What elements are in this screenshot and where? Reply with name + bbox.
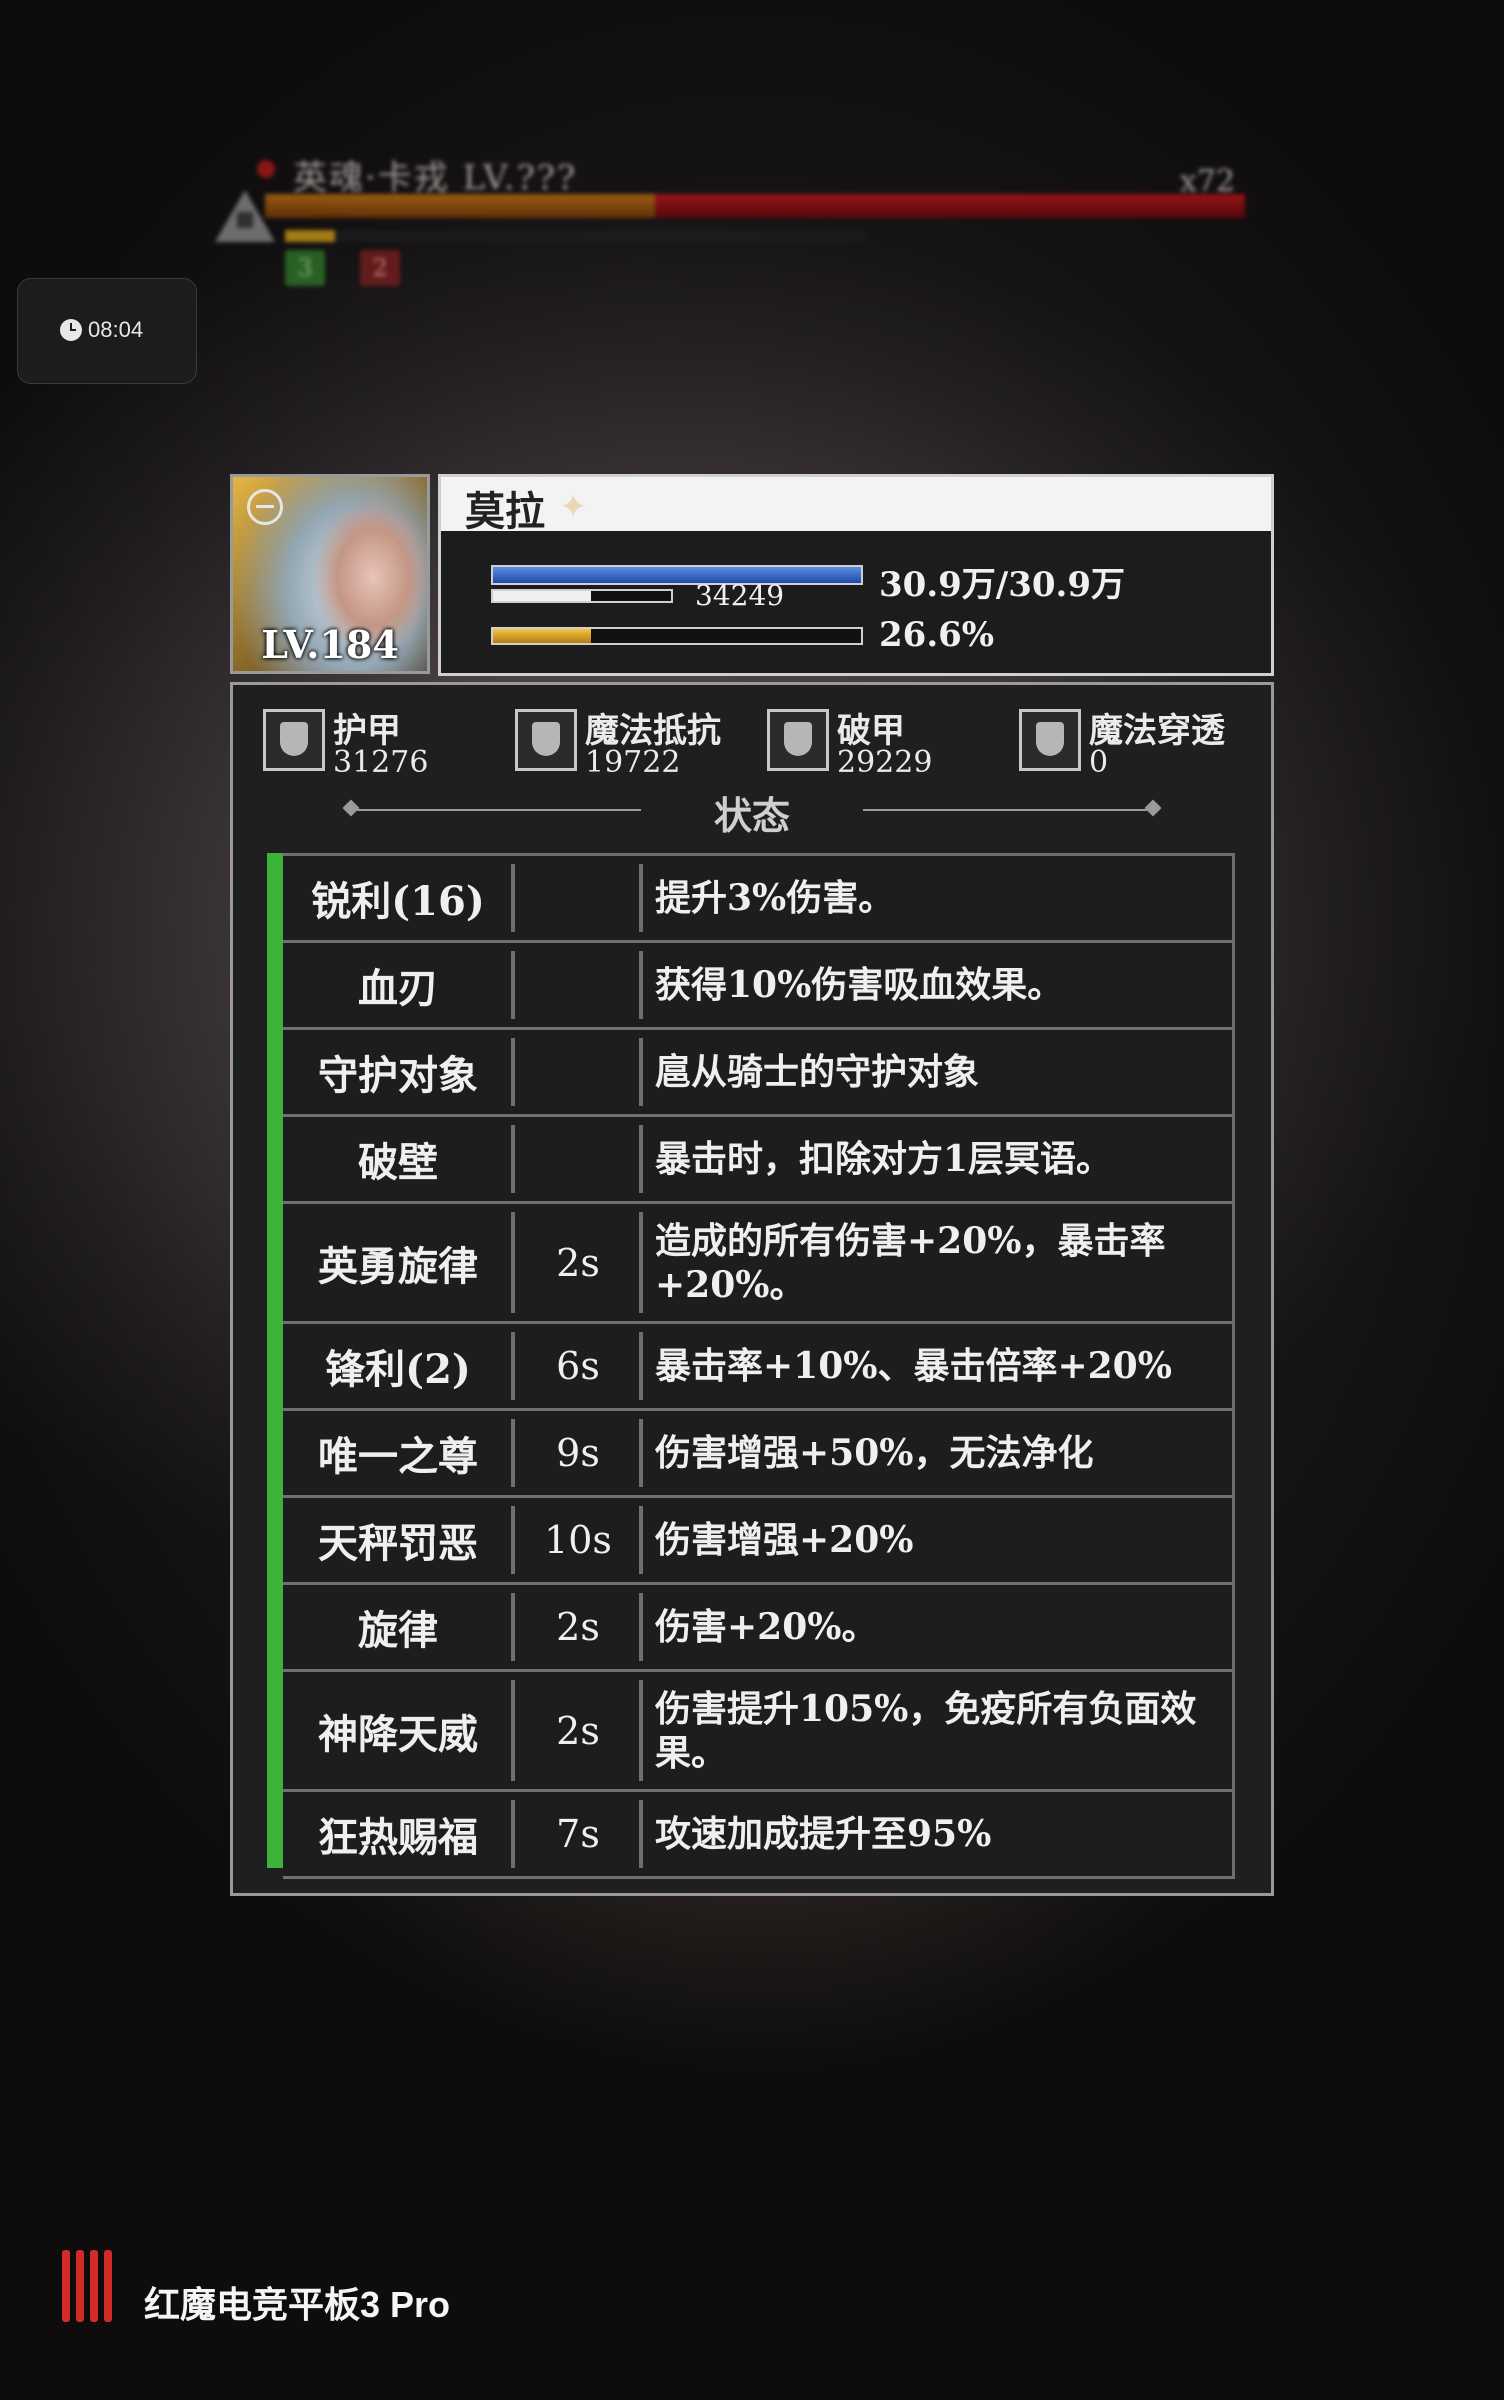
buff-duration	[513, 856, 643, 940]
stats-row: 护甲 31276 魔法抵抗 19722 破甲 29229 魔法穿透 0	[263, 703, 1243, 783]
divider-right	[863, 809, 1153, 811]
buff-row: 守护对象 扈从骑士的守护对象	[283, 1027, 1235, 1117]
buff-description: 获得10%伤害吸血效果。	[655, 964, 1064, 1006]
buff-description: 伤害增强+50%，无法净化	[655, 1432, 1094, 1474]
magic-resist-icon	[515, 709, 577, 771]
boss-hp-fill-orange	[265, 194, 655, 218]
buff-name: 血刃	[358, 965, 438, 1012]
device-watermark: 红魔电竞平板3 Pro	[144, 2284, 451, 2325]
buff-duration: 9s	[556, 1431, 600, 1475]
character-name: 莫拉	[465, 488, 545, 535]
buff-name: 旋律	[358, 1607, 438, 1654]
boss-debuff-badge: 2	[360, 250, 400, 286]
boss-hp-fill-red	[655, 194, 1245, 218]
hp-bar	[491, 565, 863, 585]
buff-row: 锋利(2) 6s 暴击率+10%、暴击倍率+20%	[283, 1321, 1235, 1411]
buff-duration: 7s	[556, 1812, 600, 1856]
buff-name: 守护对象	[318, 1052, 478, 1099]
boss-sub-fill	[285, 230, 335, 242]
timer-text: 08:04	[88, 317, 144, 342]
buff-row: 英勇旋律 2s 造成的所有伤害+20%，暴击率+20%。	[283, 1201, 1235, 1324]
buff-name: 英勇旋律	[318, 1242, 478, 1290]
buff-name: 唯一之尊	[318, 1433, 478, 1480]
buff-description: 攻速加成提升至95%	[655, 1813, 992, 1855]
buff-name: 破壁	[358, 1139, 438, 1186]
shield-bar-fill	[493, 591, 591, 601]
stat-name: 魔法穿透	[1089, 711, 1225, 751]
buff-description: 造成的所有伤害+20%，暴击率+20%。	[655, 1219, 1166, 1306]
stat-value: 29229	[837, 745, 933, 780]
buff-table: 锐利(16) 提升3%伤害。血刃 获得10%伤害吸血效果。守护对象 扈从骑士的守护对象…	[283, 853, 1235, 1879]
shield-bar	[491, 589, 673, 603]
buff-duration: 2s	[556, 1240, 600, 1285]
status-title: 状态	[713, 793, 790, 838]
buff-name: 狂热赐福	[318, 1814, 478, 1861]
warning-icon-core	[237, 212, 253, 228]
class-icon	[247, 489, 283, 525]
buff-name: 天秤罚恶	[318, 1520, 478, 1567]
buff-row: 天秤罚恶 10s 伤害增强+20%	[283, 1495, 1235, 1585]
stat-magic-resist: 魔法抵抗 19722	[515, 703, 755, 783]
buff-description: 扈从骑士的守护对象	[655, 1051, 980, 1093]
hp-text: 30.9万/30.9万	[879, 565, 1126, 605]
boss-sub-track	[285, 230, 865, 242]
stat-armor-break: 破甲 29229	[767, 703, 1007, 783]
status-panel: 护甲 31276 魔法抵抗 19722 破甲 29229 魔法穿透 0 状态 锐…	[230, 682, 1274, 1896]
star-icon: ✦	[559, 487, 588, 527]
magic-pierce-icon	[1019, 709, 1081, 771]
buff-row: 狂热赐福 7s 攻速加成提升至95%	[283, 1789, 1235, 1879]
buff-name: 锋利(2)	[325, 1346, 471, 1393]
buff-duration	[513, 1117, 643, 1201]
energy-bar-fill	[493, 629, 591, 643]
buff-row: 血刃 获得10%伤害吸血效果。	[283, 940, 1235, 1030]
buff-row: 唯一之尊 9s 伤害增强+50%，无法净化	[283, 1408, 1235, 1498]
name-strip: 莫拉 ✦	[441, 477, 1271, 535]
buff-description: 伤害+20%。	[655, 1606, 878, 1648]
boss-health-bar: 英魂·卡戎 LV.??? x72 3 2	[215, 150, 1245, 300]
stat-value: 0	[1089, 745, 1109, 780]
buff-name: 神降天威	[318, 1710, 478, 1758]
timer-pill: 08:04	[17, 278, 197, 384]
buff-row: 锐利(16) 提升3%伤害。	[283, 853, 1235, 943]
buff-description: 提升3%伤害。	[655, 877, 895, 919]
buff-duration	[513, 1030, 643, 1114]
stat-magic-pierce: 魔法穿透 0	[1019, 703, 1259, 783]
character-level: LV.184	[261, 622, 399, 667]
buff-row: 破壁 暴击时，扣除对方1层冥语。	[283, 1114, 1235, 1204]
buff-description: 暴击率+10%、暴击倍率+20%	[655, 1345, 1172, 1387]
stat-armor: 护甲 31276	[263, 703, 503, 783]
energy-bar	[491, 627, 863, 645]
boss-indicator-dot	[257, 160, 275, 178]
hp-bar-fill	[493, 567, 861, 583]
buff-description: 伤害提升105%，免疫所有负面效果。	[655, 1687, 1197, 1774]
buff-description: 伤害增强+20%	[655, 1519, 914, 1561]
armor-break-icon	[767, 709, 829, 771]
buff-duration: 10s	[544, 1518, 612, 1562]
boss-name: 英魂·卡戎 LV.???	[293, 158, 578, 198]
buff-duration: 2s	[556, 1708, 600, 1753]
buff-duration: 2s	[556, 1605, 600, 1649]
buff-duration: 6s	[556, 1344, 600, 1388]
buff-duration	[513, 943, 643, 1027]
character-info-panel: 莫拉 ✦ 34249 30.9万/30.9万 26.6%	[438, 474, 1274, 676]
buff-name: 锐利(16)	[311, 878, 485, 925]
character-portrait[interactable]: LV.184	[230, 474, 430, 674]
stat-value: 19722	[585, 745, 681, 780]
status-accent-bar	[267, 853, 283, 1868]
buff-row: 旋律 2s 伤害+20%。	[283, 1582, 1235, 1672]
redmagic-logo-icon	[62, 2250, 114, 2322]
energy-text: 26.6%	[879, 615, 995, 655]
buff-row: 神降天威 2s 伤害提升105%，免疫所有负面效果。	[283, 1669, 1235, 1792]
stat-value: 31276	[333, 745, 429, 780]
shield-value: 34249	[695, 579, 785, 612]
armor-icon	[263, 709, 325, 771]
buff-description: 暴击时，扣除对方1层冥语。	[655, 1138, 1113, 1180]
clock-icon	[60, 319, 82, 341]
boss-buff-badge: 3	[285, 250, 325, 286]
